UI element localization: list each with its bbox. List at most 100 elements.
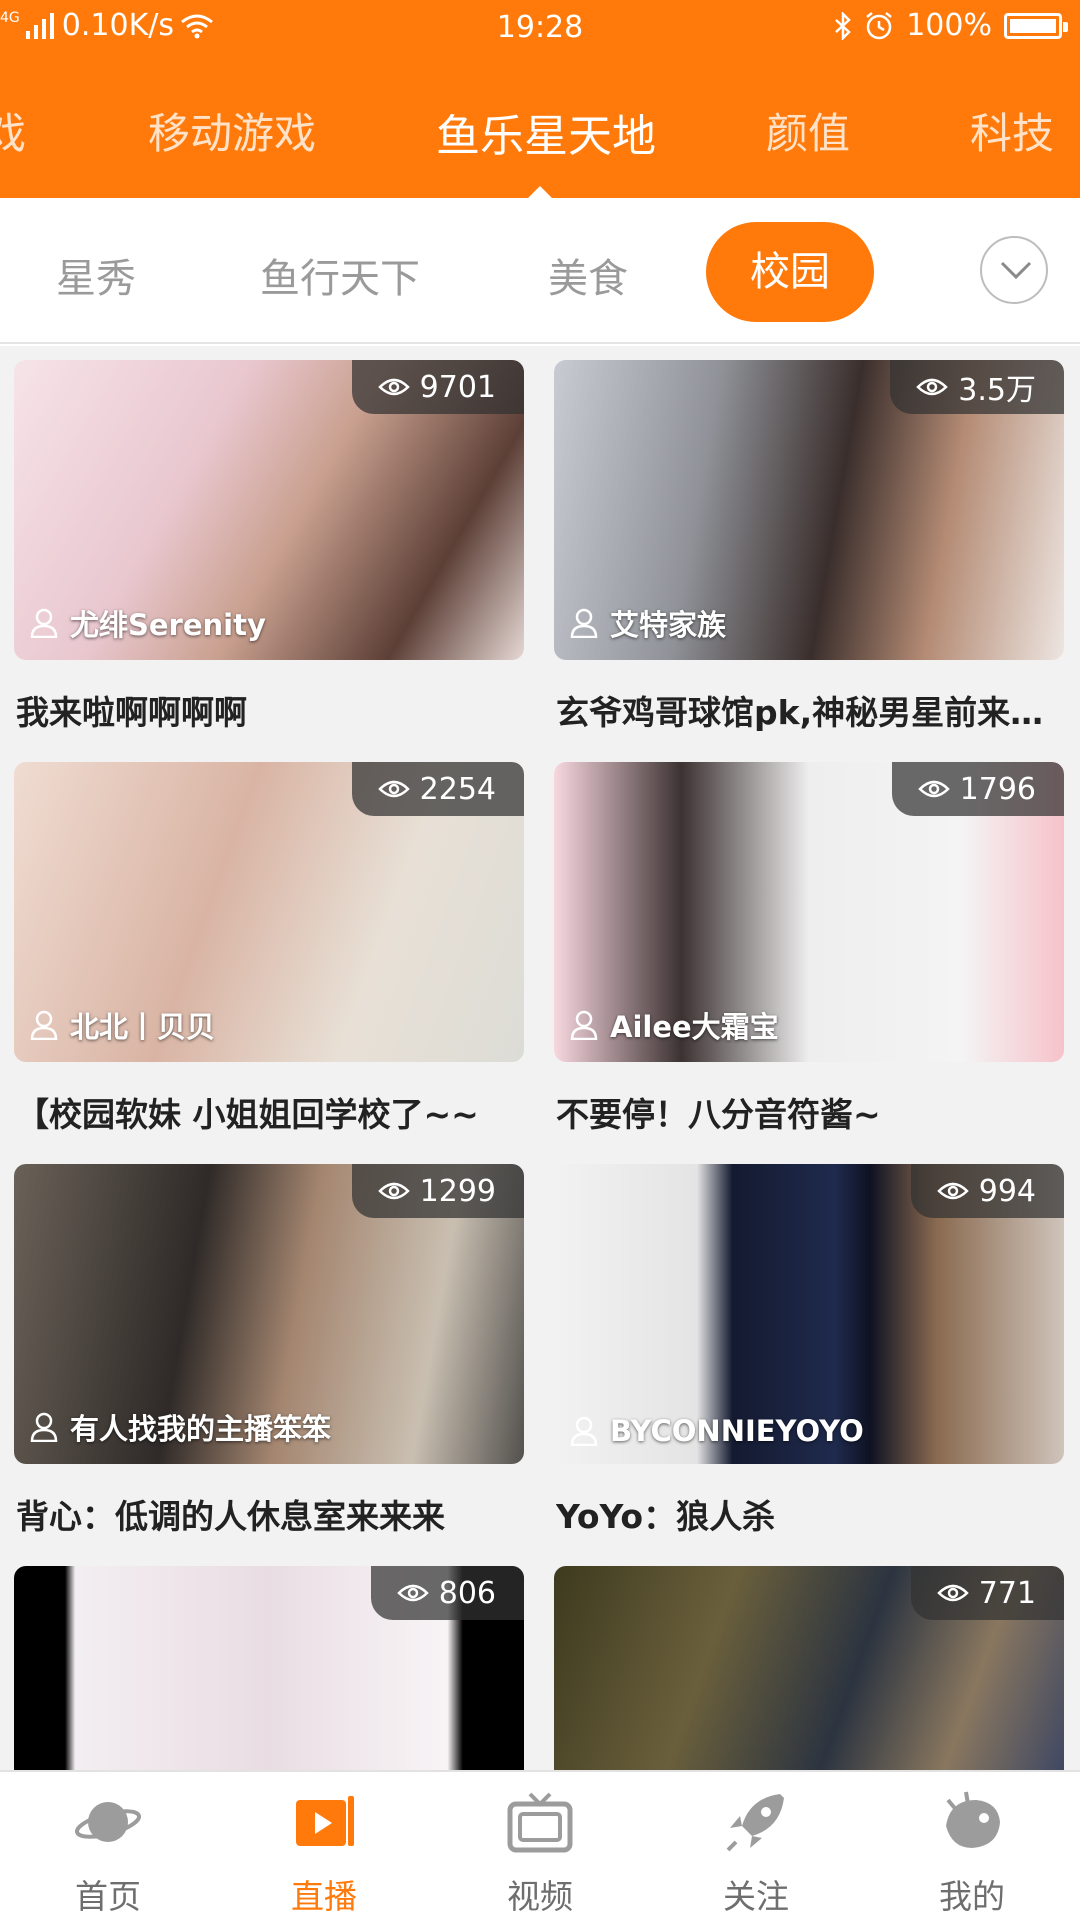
nav-live[interactable]: 直播 [216, 1772, 432, 1920]
tv-icon [507, 1792, 573, 1853]
viewer-count-badge: 3.5万 [890, 360, 1064, 414]
sub-category-tabs: 星秀 鱼行天下 美食 校园 [0, 198, 1080, 344]
nav-label: 直播 [291, 1877, 357, 1916]
anchor-info: 有人找我的主播笨笨 [30, 1406, 331, 1448]
viewer-count-badge: 2254 [351, 762, 524, 816]
battery-percent: 100% [906, 8, 992, 43]
alarm-icon [866, 11, 892, 39]
room-thumbnail[interactable]: 806 [14, 1566, 524, 1770]
nav-mine[interactable]: 我的 [864, 1772, 1080, 1920]
room-thumbnail[interactable]: 9701 尤绯Serenity [14, 360, 524, 660]
room-card[interactable]: 806 [14, 1552, 524, 1770]
eye-icon [936, 1182, 969, 1200]
viewer-count: 994 [978, 1173, 1036, 1209]
viewer-count: 771 [978, 1575, 1036, 1611]
user-icon [30, 1412, 58, 1442]
anchor-info: 北北丨贝贝 [30, 1004, 215, 1046]
eye-icon [396, 1584, 429, 1602]
viewer-count-badge: 806 [370, 1566, 524, 1620]
nav-label: 我的 [939, 1877, 1005, 1916]
room-thumbnail[interactable]: 771 [554, 1566, 1064, 1770]
viewer-count-badge: 1796 [891, 762, 1064, 816]
sub-tab-item[interactable]: 鱼行天下 [260, 246, 420, 304]
room-card[interactable]: 994 BYCONNIEYOYO YoYo：狼人杀 [554, 1150, 1064, 1552]
nav-label: 视频 [507, 1877, 573, 1916]
room-card[interactable]: 1796 Ailee大霜宝 不要停！八分音符酱~ [554, 748, 1064, 1150]
user-icon [570, 1010, 598, 1040]
planet-icon [74, 1802, 142, 1842]
expand-categories-button[interactable] [980, 236, 1048, 304]
top-tab-item-active[interactable]: 鱼乐星天地 [436, 100, 656, 164]
eye-icon [377, 1182, 410, 1200]
status-right: 100% [834, 8, 1068, 43]
nav-follow[interactable]: 关注 [648, 1772, 864, 1920]
room-title[interactable]: 不要停！八分音符酱~ [556, 1088, 1062, 1136]
viewer-count-badge: 994 [910, 1164, 1064, 1218]
anchor-info: 尤绯Serenity [30, 602, 266, 644]
anchor-info: BYCONNIEYOYO [570, 1414, 864, 1448]
room-title[interactable]: 【校园软妹 小姐姐回学校了~~ [16, 1088, 522, 1136]
nav-label: 首页 [75, 1877, 141, 1916]
room-thumbnail[interactable]: 994 BYCONNIEYOYO [554, 1164, 1064, 1464]
room-thumbnail[interactable]: 2254 北北丨贝贝 [14, 762, 524, 1062]
user-icon [570, 1416, 598, 1446]
room-title[interactable]: 背心：低调的人休息室来来来 [16, 1490, 522, 1538]
anchor-name: Ailee大霜宝 [610, 1010, 779, 1044]
bluetooth-icon [835, 11, 852, 40]
viewer-count: 9701 [419, 369, 496, 405]
sub-tab-item[interactable]: 星秀 [56, 246, 136, 304]
room-card[interactable]: 2254 北北丨贝贝 【校园软妹 小姐姐回学校了~~ [14, 748, 524, 1150]
sub-tab-item[interactable]: 美食 [548, 246, 628, 304]
room-card[interactable]: 771 [554, 1552, 1064, 1770]
bottom-navigation: 首页 直播 视频 关注 我的 [0, 1770, 1080, 1920]
room-title[interactable]: 我来啦啊啊啊啊 [16, 686, 522, 734]
eye-icon [917, 780, 950, 798]
anchor-name: BYCONNIEYOYO [610, 1414, 864, 1448]
user-icon [30, 1010, 58, 1040]
room-title[interactable]: 玄爷鸡哥球馆pk,神秘男星前来… [556, 686, 1062, 734]
active-tab-indicator [528, 186, 552, 198]
nav-home[interactable]: 首页 [0, 1772, 216, 1920]
sub-tab-item-active[interactable]: 校园 [706, 222, 874, 322]
room-card[interactable]: 1299 有人找我的主播笨笨 背心：低调的人休息室来来来 [14, 1150, 524, 1552]
fish-icon [946, 1791, 1000, 1848]
room-card[interactable]: 3.5万 艾特家族 玄爷鸡哥球馆pk,神秘男星前来… [554, 346, 1064, 748]
chevron-down-icon [1000, 261, 1032, 280]
anchor-name: 北北丨贝贝 [70, 1010, 216, 1044]
viewer-count-badge: 9701 [351, 360, 524, 414]
room-title[interactable]: YoYo：狼人杀 [556, 1490, 1062, 1538]
viewer-count-badge: 1299 [351, 1164, 524, 1218]
eye-icon [377, 378, 410, 396]
top-tab-item[interactable]: 颜值 [766, 100, 850, 161]
top-category-tabs: 戏 移动游戏 鱼乐星天地 颜值 科技 [0, 58, 1080, 198]
live-play-icon [296, 1796, 354, 1846]
top-tab-item[interactable]: 移动游戏 [148, 100, 316, 161]
user-icon [30, 608, 58, 638]
viewer-count: 1796 [959, 771, 1036, 807]
room-thumbnail[interactable]: 1299 有人找我的主播笨笨 [14, 1164, 524, 1464]
anchor-info: 艾特家族 [570, 602, 726, 644]
room-thumbnail[interactable]: 1796 Ailee大霜宝 [554, 762, 1064, 1062]
nav-video[interactable]: 视频 [432, 1772, 648, 1920]
room-card[interactable]: 9701 尤绯Serenity 我来啦啊啊啊啊 [14, 346, 524, 748]
top-tab-item[interactable]: 戏 [0, 100, 26, 161]
status-bar: 4G 0.10K/s 19:28 100% [0, 0, 1080, 58]
top-tab-item[interactable]: 科技 [970, 100, 1054, 161]
room-thumbnail[interactable]: 3.5万 艾特家族 [554, 360, 1064, 660]
user-icon [570, 608, 598, 638]
eye-icon [936, 1584, 969, 1602]
nav-label: 关注 [723, 1877, 789, 1916]
viewer-count: 1299 [419, 1173, 496, 1209]
room-grid: 9701 尤绯Serenity 我来啦啊啊啊啊 3.5万 艾特家族 玄爷鸡哥球馆… [0, 346, 1080, 1770]
viewer-count: 3.5万 [958, 373, 1036, 408]
viewer-count: 806 [438, 1575, 496, 1611]
rocket-icon [726, 1794, 784, 1852]
anchor-name: 尤绯Serenity [70, 608, 266, 642]
anchor-name: 艾特家族 [610, 608, 727, 642]
anchor-name: 有人找我的主播笨笨 [70, 1412, 332, 1446]
eye-icon [916, 378, 949, 396]
eye-icon [377, 780, 410, 798]
battery-icon [1004, 12, 1068, 39]
viewer-count-badge: 771 [910, 1566, 1064, 1620]
anchor-info: Ailee大霜宝 [570, 1004, 779, 1046]
